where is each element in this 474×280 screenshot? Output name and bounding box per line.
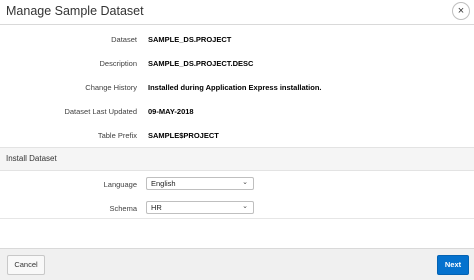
dialog-footer: Cancel Next — [0, 248, 474, 280]
table-prefix-row: Table Prefix SAMPLE$PROJECT — [0, 128, 474, 144]
language-select-value: English — [151, 179, 176, 188]
schema-label: Schema — [109, 204, 137, 213]
schema-row: Schema HR ⌄ — [0, 201, 474, 217]
body-divider — [0, 218, 474, 219]
dialog-title: Manage Sample Dataset — [6, 4, 144, 18]
change-history-row: Change History Installed during Applicat… — [0, 80, 474, 96]
cancel-button[interactable]: Cancel — [7, 255, 45, 275]
table-prefix-value: SAMPLE$PROJECT — [148, 131, 219, 140]
manage-sample-dataset-dialog: Manage Sample Dataset × Dataset SAMPLE_D… — [0, 0, 474, 280]
dataset-value: SAMPLE_DS.PROJECT — [148, 35, 232, 44]
change-history-label: Change History — [85, 83, 137, 92]
last-updated-row: Dataset Last Updated 09-MAY-2018 — [0, 104, 474, 120]
table-prefix-label: Table Prefix — [97, 131, 137, 140]
dialog-titlebar: Manage Sample Dataset × — [0, 0, 474, 25]
chevron-down-icon: ⌄ — [242, 203, 248, 210]
chevron-down-icon: ⌄ — [242, 179, 248, 186]
dataset-row: Dataset SAMPLE_DS.PROJECT — [0, 32, 474, 48]
language-label: Language — [103, 180, 137, 189]
language-select[interactable]: English ⌄ — [146, 177, 254, 190]
schema-select[interactable]: HR ⌄ — [146, 201, 254, 214]
install-dataset-header: Install Dataset — [0, 147, 474, 171]
install-dataset-title: Install Dataset — [6, 154, 57, 163]
last-updated-label: Dataset Last Updated — [64, 107, 137, 116]
change-history-value: Installed during Application Express ins… — [148, 83, 322, 92]
last-updated-value: 09-MAY-2018 — [148, 107, 194, 116]
schema-select-value: HR — [151, 203, 162, 212]
language-row: Language English ⌄ — [0, 177, 474, 193]
description-label: Description — [99, 59, 137, 68]
next-button[interactable]: Next — [437, 255, 469, 275]
description-value: SAMPLE_DS.PROJECT.DESC — [148, 59, 254, 68]
dialog-body: Dataset SAMPLE_DS.PROJECT Description SA… — [0, 25, 474, 248]
close-icon[interactable]: × — [452, 2, 470, 20]
description-row: Description SAMPLE_DS.PROJECT.DESC — [0, 56, 474, 72]
dataset-label: Dataset — [111, 35, 137, 44]
